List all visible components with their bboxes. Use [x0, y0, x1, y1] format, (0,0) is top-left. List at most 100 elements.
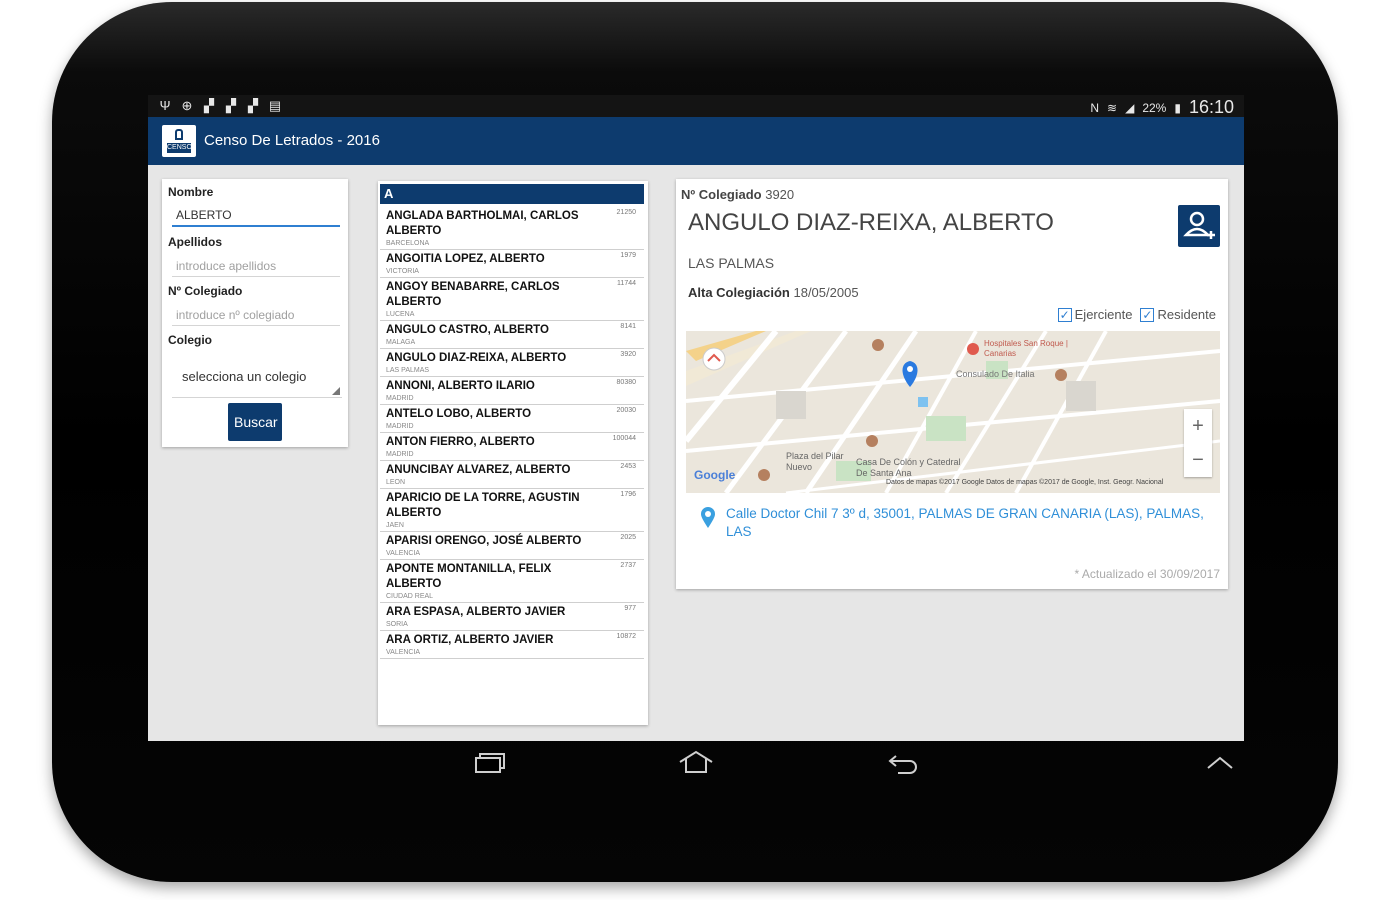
list-item[interactable]: ANGULO CASTRO, ALBERTO 8141 MALAGA: [380, 321, 644, 349]
check-icon: ✓: [1140, 307, 1155, 322]
list-item[interactable]: APARISI ORENGO, JOSÉ ALBERTO 2025 VALENCIA: [380, 532, 644, 560]
list-item-city: MALAGA: [386, 339, 416, 346]
list-item-city: LUCENA: [386, 311, 415, 318]
list-item-name: APARICIO DE LA TORRE, AGUSTIN ALBERTO: [386, 492, 580, 519]
list-item-city: VALENCIA: [386, 649, 421, 656]
list-item-name: ANGLADA BARTHOLMAI, CARLOS ALBERTO: [386, 210, 579, 237]
list-item-number: 977: [624, 605, 636, 612]
colegiado-number-label: Nº Colegiado: [681, 187, 762, 202]
list-item-name: ANTELO LOBO, ALBERTO: [386, 408, 532, 420]
map-label-casa: Casa De Colón y Catedral De Santa Ana: [856, 457, 961, 478]
file-icon: ▞: [204, 98, 214, 113]
residente-checkbox[interactable]: ✓ Residente: [1140, 307, 1216, 322]
back-icon[interactable]: [888, 752, 920, 774]
zoom-out-button[interactable]: −: [1184, 443, 1212, 477]
map-view[interactable]: Hospitales San Roque | Canarias Consulad…: [686, 331, 1220, 493]
add-contact-button[interactable]: [1178, 205, 1220, 247]
app-logo-text: CENSO: [167, 143, 192, 153]
list-item-number: 80380: [616, 379, 636, 386]
battery-level: 22%: [1142, 100, 1167, 115]
list-item-city: LAS PALMAS: [386, 367, 430, 374]
list-item-name: ANGOITIA LOPEZ, ALBERTO: [386, 253, 545, 265]
lawyer-name: ANGULO DIAZ-REIXA, ALBERTO: [688, 209, 1054, 236]
colegiado-input[interactable]: [172, 304, 340, 326]
list-item[interactable]: ANUNCIBAY ALVAREZ, ALBERTO 2453 LEON: [380, 461, 644, 489]
map-credits: Datos de mapas ©2017 Google Datos de map…: [886, 479, 1164, 486]
list-item[interactable]: ARA ORTIZ, ALBERTO JAVIER 10872 VALENCIA: [380, 631, 644, 659]
list-item-number: 10872: [616, 633, 636, 640]
buscar-button[interactable]: Buscar: [228, 403, 282, 441]
chevron-up-icon[interactable]: [1206, 756, 1234, 770]
list-item-number: 2737: [620, 562, 636, 569]
list-item-city: SORIA: [386, 621, 408, 628]
clipboard-icon: ▤: [268, 98, 282, 113]
list-item-city: MADRID: [386, 395, 414, 402]
list-item-number: 2453: [620, 463, 636, 470]
list-item-city: MADRID: [386, 451, 414, 458]
ejerciente-label: Ejerciente: [1074, 307, 1133, 322]
detail-card: Nº Colegiado 3920 ANGULO DIAZ-REIXA, ALB…: [676, 179, 1228, 589]
residente-label: Residente: [1157, 307, 1216, 322]
file-icon: ▞: [248, 98, 258, 113]
colegiado-number: Nº Colegiado 3920: [681, 187, 794, 202]
list-item-name: ANGULO CASTRO, ALBERTO: [386, 324, 549, 336]
location-pin-icon: [701, 507, 715, 528]
list-item-name: ARA ESPASA, ALBERTO JAVIER: [386, 606, 566, 618]
updated-note: * Actualizado el 30/09/2017: [1074, 567, 1220, 581]
list-item-number: 11744: [617, 280, 636, 287]
check-icon: ✓: [1057, 307, 1072, 322]
list-item-number: 21250: [616, 209, 636, 216]
list-item-name: ANUNCIBAY ALVAREZ, ALBERTO: [386, 464, 571, 476]
address-link[interactable]: Calle Doctor Chil 7 3º d, 35001, PALMAS …: [726, 505, 1206, 541]
colegiado-number-value: 3920: [765, 187, 795, 202]
map-zoom-control: + −: [1184, 409, 1212, 477]
google-logo: Google: [694, 468, 736, 482]
list-item-name: ANNONI, ALBERTO ILARIO: [386, 380, 535, 392]
lawyer-city: LAS PALMAS: [688, 255, 775, 271]
nombre-input[interactable]: [172, 205, 340, 227]
list-item-city: BARCELONA: [386, 240, 430, 247]
alta-colegiacion: Alta Colegiación 18/05/2005: [688, 285, 859, 300]
list-item-number: 100044: [612, 435, 636, 442]
colegio-select[interactable]: selecciona un colegio: [172, 361, 342, 398]
apellidos-input[interactable]: [172, 255, 340, 277]
map-label-consulado: Consulado De Italia: [956, 369, 1035, 379]
list-item-city: LEON: [386, 479, 406, 486]
list-item-number: 8141: [620, 323, 636, 330]
list-item-number: 1979: [620, 252, 636, 259]
zoom-in-button[interactable]: +: [1184, 409, 1212, 443]
list-item[interactable]: ANGOITIA LOPEZ, ALBERTO 1979 VICTORIA: [380, 250, 644, 278]
list-item[interactable]: ANGULO DIAZ-REIXA, ALBERTO 3920 LAS PALMAS: [380, 349, 644, 377]
list-item-name: APONTE MONTANILLA, FELIX ALBERTO: [386, 563, 552, 590]
list-item[interactable]: APONTE MONTANILLA, FELIX ALBERTO 2737 CIUD…: [380, 560, 644, 603]
list-item[interactable]: ANGOY BENABARRE, CARLOS ALBERTO 11744 LUCE…: [380, 278, 644, 321]
app-bar: CENSO Censo De Letrados - 2016: [148, 117, 1244, 165]
recent-apps-icon[interactable]: [474, 752, 508, 774]
search-form: Nombre Apellidos Nº Colegiado Colegio se…: [162, 179, 348, 447]
status-checks: ✓ Ejerciente ✓ Residente: [1057, 307, 1216, 322]
alta-date: 18/05/2005: [793, 285, 859, 300]
battery-icon: ▮: [1174, 100, 1181, 115]
list-item-name: APARISI ORENGO, JOSÉ ALBERTO: [386, 535, 582, 547]
list-item[interactable]: ANGLADA BARTHOLMAI, CARLOS ALBERTO 21250 B…: [380, 207, 644, 250]
list-item[interactable]: ANTELO LOBO, ALBERTO 20030 MADRID: [380, 405, 644, 433]
list-item[interactable]: ARA ESPASA, ALBERTO JAVIER 977 SORIA: [380, 603, 644, 631]
list-item-city: VICTORIA: [386, 268, 419, 275]
list-item[interactable]: ANNONI, ALBERTO ILARIO 80380 MADRID: [380, 377, 644, 405]
results-list: A ANGLADA BARTHOLMAI, CARLOS ALBERTO 2125…: [378, 181, 648, 725]
list-item-name: ARA ORTIZ, ALBERTO JAVIER: [386, 634, 554, 646]
list-item[interactable]: APARICIO DE LA TORRE, AGUSTIN ALBERTO 179…: [380, 489, 644, 532]
list-item[interactable]: ANTON FIERRO, ALBERTO 100044 MADRID: [380, 433, 644, 461]
status-bar: Ψ ⊕ ▞ ▞ ▞ ▤ N ≋ ◢ 22% ▮ 16:10: [148, 95, 1244, 117]
list-item-city: VALENCIA: [386, 550, 421, 557]
home-icon[interactable]: [678, 750, 714, 774]
colegiado-label: Nº Colegiado: [168, 284, 243, 298]
list-item-name: ANTON FIERRO, ALBERTO: [386, 436, 535, 448]
list-item-city: CIUDAD REAL: [386, 593, 434, 600]
app-title: Censo De Letrados - 2016: [204, 132, 380, 149]
file-icon: ▞: [226, 98, 236, 113]
ejerciente-checkbox[interactable]: ✓ Ejerciente: [1057, 307, 1133, 322]
usb-icon: Ψ: [159, 98, 171, 113]
list-item-number: 20030: [616, 407, 636, 414]
signal-icon: ◢: [1125, 100, 1135, 115]
